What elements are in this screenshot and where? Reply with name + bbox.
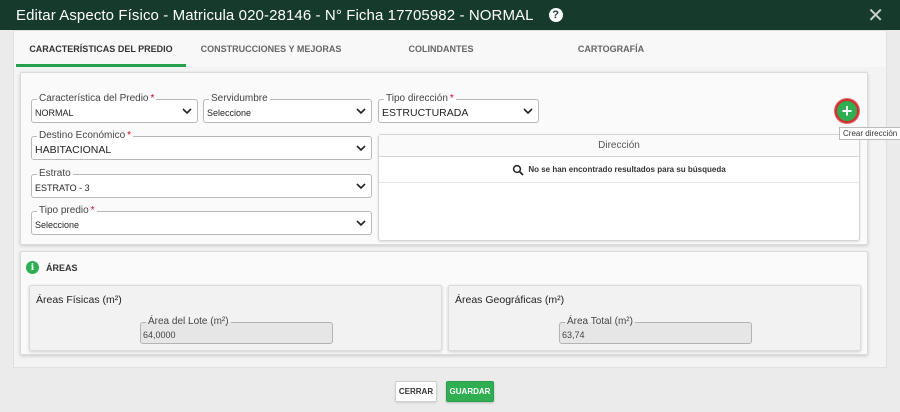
servidumbre-value: Seleccione (207, 108, 252, 118)
chevron-down-icon (356, 145, 366, 152)
direccion-column-header[interactable]: Dirección (379, 135, 859, 157)
areas-section-title: i ÁREAS (26, 261, 78, 274)
areas-card: i ÁREAS Áreas Físicas (m²) Área del Lote… (20, 251, 868, 355)
areas-geograficas-card: Áreas Geográficas (m²) Área Total (m²) 6… (448, 285, 861, 351)
destino-economico-label: Destino Económico * (37, 130, 134, 141)
dialog-title: Editar Aspecto Físico - Matricula 020-28… (16, 6, 534, 24)
destino-economico-value: HABITACIONAL (35, 144, 112, 156)
search-icon (513, 164, 524, 176)
tab-bar: CARACTERÍSTICAS DEL PREDIO CONSTRUCCIONE… (16, 37, 886, 67)
tipo-predio-label: Tipo predio * (37, 205, 97, 216)
destino-economico-select[interactable]: Destino Económico * HABITACIONAL (31, 130, 372, 160)
areas-title-text: ÁREAS (46, 262, 78, 273)
tab-construcciones-y-mejoras[interactable]: CONSTRUCCIONES Y MEJORAS (186, 37, 356, 67)
area-lote-value: 64,0000 (143, 330, 176, 340)
dialog-body: CARACTERÍSTICAS DEL PREDIO CONSTRUCCIONE… (13, 30, 900, 368)
chevron-down-icon (356, 183, 366, 190)
estrato-value: ESTRATO - 3 (35, 183, 90, 193)
area-total-label: Área Total (m²) (565, 316, 635, 327)
close-icon[interactable]: ✕ (867, 3, 884, 28)
area-total-field[interactable]: Área Total (m²) 63,74 (559, 316, 752, 344)
tipo-direccion-label: Tipo dirección * (384, 93, 456, 104)
caracteristica-predio-value: NORMAL (35, 108, 74, 118)
tab-cartografia[interactable]: CARTOGRAFÍA (526, 37, 696, 67)
caracteristicas-card: Característica del Predio * NORMAL Servid… (20, 72, 900, 245)
add-direccion-tooltip: Crear dirección (839, 127, 900, 140)
chevron-down-icon (356, 108, 366, 115)
tipo-predio-value: Seleccione (35, 220, 80, 230)
estrato-select[interactable]: Estrato ESTRATO - 3 (31, 168, 372, 198)
areas-fisicas-card: Áreas Físicas (m²) Área del Lote (m²) 64… (29, 285, 442, 351)
empty-results-row: No se han encontrado resultados para su … (379, 157, 859, 183)
question-circle-icon[interactable]: ? (548, 8, 563, 22)
servidumbre-select[interactable]: Servidumbre Seleccione (203, 93, 372, 123)
dialog-footer: CERRAR GUARDAR (0, 372, 900, 412)
areas-geograficas-title: Áreas Geográficas (m²) (455, 294, 565, 306)
area-lote-label: Área del Lote (m²) (146, 316, 231, 327)
estrato-label: Estrato (37, 168, 73, 179)
cerrar-button[interactable]: CERRAR (395, 381, 437, 402)
tipo-direccion-value: ESTRUCTURADA (382, 107, 469, 119)
edit-aspecto-fisico-dialog: Editar Aspecto Físico - Matricula 020-28… (0, 0, 900, 412)
areas-fisicas-title: Áreas Físicas (m²) (36, 294, 122, 306)
empty-results-message: No se han encontrado resultados para su … (528, 165, 726, 174)
tipo-direccion-select[interactable]: Tipo dirección * ESTRUCTURADA (378, 93, 539, 123)
caracteristica-predio-select[interactable]: Característica del Predio * NORMAL (31, 93, 198, 123)
tab-content: Característica del Predio * NORMAL Servid… (14, 67, 900, 367)
chevron-down-icon (356, 220, 366, 227)
area-lote-field[interactable]: Área del Lote (m²) 64,0000 (140, 316, 333, 344)
direccion-table: Dirección No se han encontrado resultado… (378, 134, 860, 241)
tipo-predio-select[interactable]: Tipo predio * Seleccione (31, 205, 372, 235)
chevron-down-icon (182, 108, 192, 115)
servidumbre-label: Servidumbre (209, 93, 270, 104)
guardar-button[interactable]: GUARDAR (446, 381, 494, 402)
dialog-header: Editar Aspecto Físico - Matricula 020-28… (0, 0, 900, 30)
caracteristica-predio-label: Característica del Predio * (37, 93, 157, 104)
info-icon: i (26, 261, 39, 274)
tab-caracteristicas-del-predio[interactable]: CARACTERÍSTICAS DEL PREDIO (16, 37, 186, 67)
add-direccion-button[interactable]: + (835, 99, 859, 123)
tab-colindantes[interactable]: COLINDANTES (356, 37, 526, 67)
area-total-value: 63,74 (562, 330, 585, 340)
chevron-down-icon (523, 108, 533, 115)
